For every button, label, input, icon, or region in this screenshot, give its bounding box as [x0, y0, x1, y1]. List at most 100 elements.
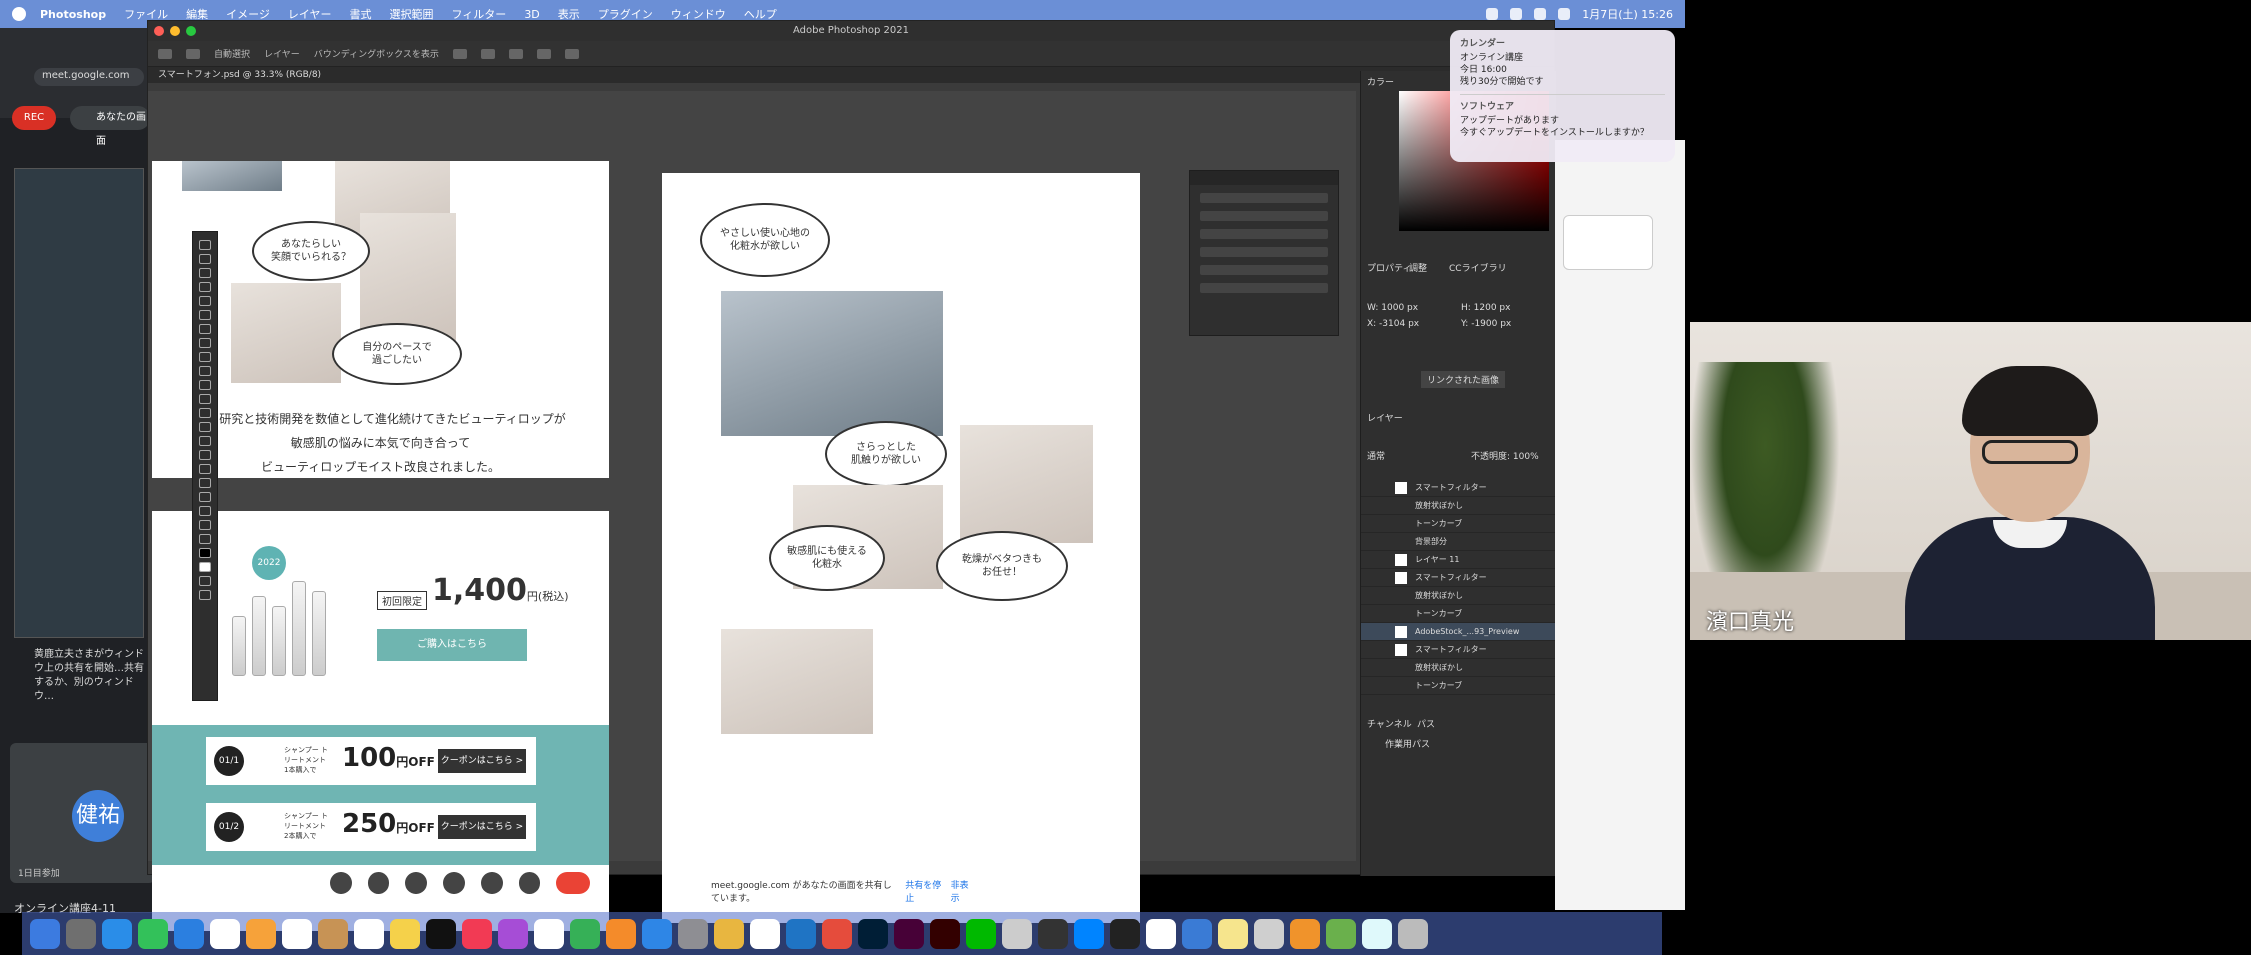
document-tab[interactable]: スマートフォン.psd @ 33.3% (RGB/8): [148, 67, 1554, 83]
zoom-tool-icon[interactable]: [199, 520, 211, 530]
music-icon[interactable]: [462, 918, 492, 949]
terminal-icon[interactable]: [1038, 918, 1068, 949]
keynote-icon[interactable]: [534, 918, 564, 949]
y-value[interactable]: Y: -1900 px: [1461, 319, 1511, 329]
notification-stack[interactable]: カレンダー オンライン講座 今日 16:00 残り30分で開始です ソフトウェア…: [1450, 30, 1675, 162]
more-icon[interactable]: [518, 872, 541, 894]
align-right-icon[interactable]: [508, 48, 523, 59]
properties-tab[interactable]: プロパティ: [1367, 261, 1411, 274]
layer-row[interactable]: トーンカーブ: [1361, 677, 1557, 695]
history-brush-icon[interactable]: [199, 380, 211, 390]
mail-icon[interactable]: [174, 918, 204, 949]
align-left-icon[interactable]: [452, 48, 467, 59]
menu-3d[interactable]: 3D: [524, 8, 539, 21]
layers-tab[interactable]: レイヤー: [1367, 411, 1403, 424]
line-icon[interactable]: [966, 918, 996, 949]
end-call-button[interactable]: [556, 872, 590, 894]
maps-icon[interactable]: [210, 918, 240, 949]
more-tools-icon[interactable]: [199, 534, 211, 544]
messages-icon[interactable]: [138, 918, 168, 949]
photos-icon[interactable]: [246, 918, 276, 949]
reminders-icon[interactable]: [354, 918, 384, 949]
podcasts-icon[interactable]: [498, 918, 528, 949]
stop-sharing-button[interactable]: 共有を停止: [905, 878, 942, 904]
zoom-icon[interactable]: [186, 26, 196, 36]
xd-icon[interactable]: [894, 918, 924, 949]
gradient-tool-icon[interactable]: [199, 408, 211, 418]
chrome-icon[interactable]: [714, 918, 744, 949]
status-icon[interactable]: [1486, 8, 1499, 20]
panel-row[interactable]: [1200, 229, 1328, 239]
3d-mode-icon[interactable]: [564, 48, 579, 59]
frame-tool-icon[interactable]: [199, 310, 211, 320]
finder-icon[interactable]: [30, 918, 60, 949]
auto-select-target[interactable]: レイヤー: [264, 47, 300, 60]
quick-select-tool-icon[interactable]: [199, 282, 211, 292]
illustrator-icon[interactable]: [930, 918, 960, 949]
width-value[interactable]: W: 1000 px: [1367, 303, 1418, 313]
camera-icon[interactable]: [367, 872, 390, 894]
app-icon[interactable]: [1326, 918, 1356, 949]
background-color-icon[interactable]: [199, 562, 211, 572]
menu-app-name[interactable]: Photoshop: [40, 8, 106, 21]
slack-icon[interactable]: [750, 918, 780, 949]
safari-icon[interactable]: [102, 918, 132, 949]
layer-row[interactable]: レイヤー 11: [1361, 551, 1557, 569]
path-item[interactable]: 作業用パス: [1385, 737, 1430, 750]
type-tool-icon[interactable]: [199, 464, 211, 474]
hide-button[interactable]: 非表示: [951, 878, 973, 904]
crop-tool-icon[interactable]: [199, 296, 211, 306]
brush-tool-icon[interactable]: [199, 352, 211, 362]
x-value[interactable]: X: -3104 px: [1367, 319, 1419, 329]
layer-row[interactable]: スマートフィルター: [1361, 479, 1557, 497]
move-tool-icon[interactable]: [199, 240, 211, 250]
auto-select-checkbox[interactable]: 自動選択: [214, 47, 250, 60]
minimize-icon[interactable]: [170, 26, 180, 36]
panel-row[interactable]: [1200, 247, 1328, 257]
status-icon[interactable]: [1510, 8, 1523, 20]
lasso-tool-icon[interactable]: [199, 268, 211, 278]
calendar-icon[interactable]: [282, 918, 312, 949]
panel-row[interactable]: [1200, 211, 1328, 221]
downloads-icon[interactable]: [1362, 918, 1392, 949]
close-icon[interactable]: [154, 26, 164, 36]
align-center-icon[interactable]: [480, 48, 495, 59]
calculator-icon[interactable]: [1254, 918, 1284, 949]
healing-tool-icon[interactable]: [199, 338, 211, 348]
distribute-icon[interactable]: [536, 48, 551, 59]
quick-mask-icon[interactable]: [199, 576, 211, 586]
layer-row[interactable]: 放射状ぼかし: [1361, 497, 1557, 515]
blend-mode-select[interactable]: 通常: [1367, 449, 1385, 462]
path-select-icon[interactable]: [199, 478, 211, 488]
channels-tab[interactable]: チャンネル: [1367, 717, 1412, 730]
panel-row[interactable]: [1200, 283, 1328, 293]
notes-icon[interactable]: [390, 918, 420, 949]
stamp-tool-icon[interactable]: [199, 366, 211, 376]
opacity-field[interactable]: 不透明度: 100%: [1471, 449, 1539, 462]
screen-mode-icon[interactable]: [199, 590, 211, 600]
wifi-icon[interactable]: [1534, 8, 1547, 20]
layer-row[interactable]: AdobeStock_...93_Preview: [1361, 623, 1557, 641]
vscode-icon[interactable]: [786, 918, 816, 949]
presenting-button[interactable]: あなたの画面: [70, 106, 150, 147]
captions-icon[interactable]: [405, 872, 428, 894]
layer-row[interactable]: トーンカーブ: [1361, 515, 1557, 533]
layer-row[interactable]: 放射状ぼかし: [1361, 587, 1557, 605]
contacts-icon[interactable]: [318, 918, 348, 949]
blur-tool-icon[interactable]: [199, 422, 211, 432]
adjustments-tab[interactable]: 調整: [1409, 261, 1427, 274]
home-icon[interactable]: [158, 48, 172, 59]
move-icon[interactable]: [186, 48, 200, 59]
foreground-color-icon[interactable]: [199, 548, 211, 558]
paths-tab[interactable]: パス: [1417, 717, 1435, 730]
pages-icon[interactable]: [606, 918, 636, 949]
messenger-icon[interactable]: [1074, 918, 1104, 949]
activity-icon[interactable]: [1110, 918, 1140, 949]
layer-row[interactable]: 放射状ぼかし: [1361, 659, 1557, 677]
present-icon[interactable]: [480, 872, 503, 894]
libraries-tab[interactable]: CCライブラリ: [1449, 261, 1507, 274]
textedit-icon[interactable]: [1146, 918, 1176, 949]
figma-icon[interactable]: [822, 918, 852, 949]
mic-icon[interactable]: [330, 872, 352, 894]
battery-icon[interactable]: [1558, 8, 1571, 20]
